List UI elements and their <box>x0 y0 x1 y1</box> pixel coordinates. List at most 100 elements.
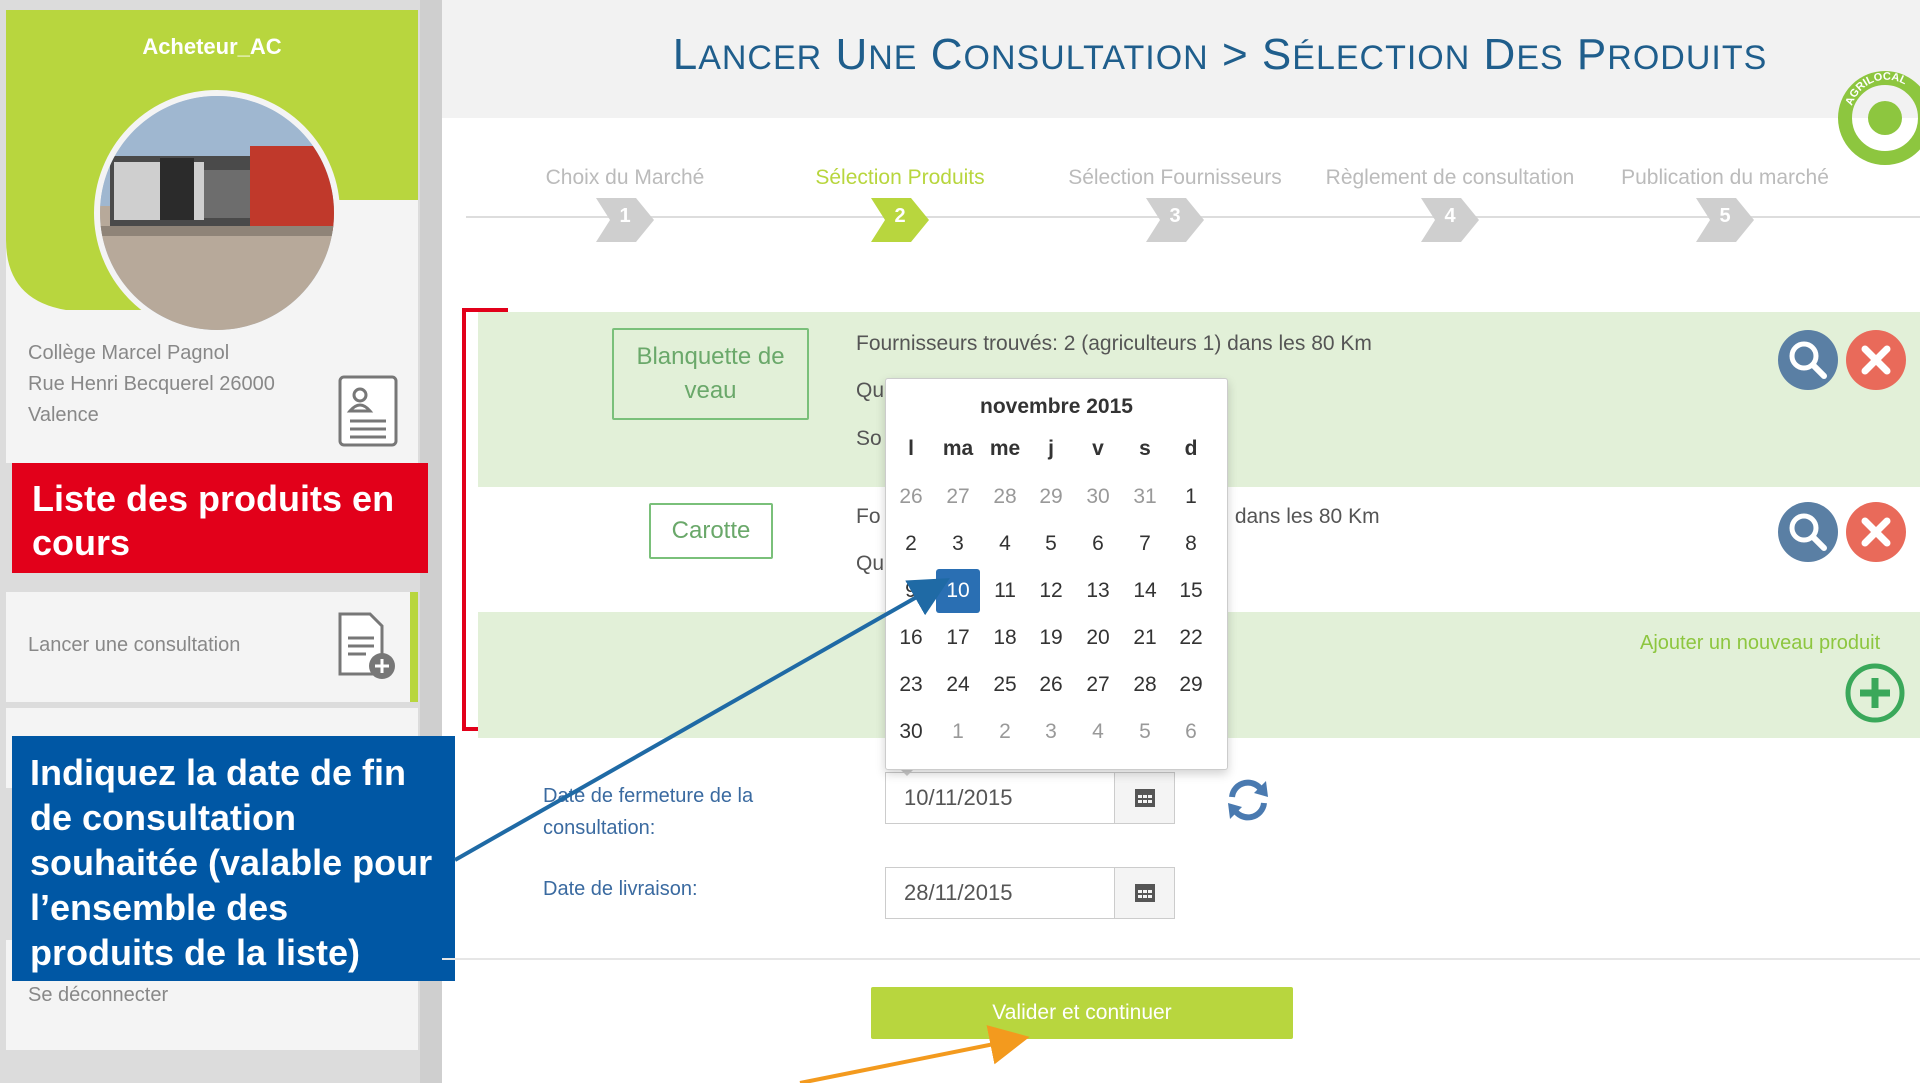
calendar-day[interactable]: 3 <box>936 522 980 566</box>
title-part2: SÉLECTION DES PRODUITS <box>1261 30 1768 79</box>
title-separator: > <box>1221 30 1249 79</box>
weekday-header: j <box>1048 437 1054 460</box>
remove-button[interactable] <box>1846 502 1906 562</box>
calendar-day[interactable]: 14 <box>1123 569 1167 613</box>
calendar-day[interactable]: 30 <box>889 710 933 754</box>
delivery-date-input[interactable]: 28/11/2015 <box>885 867 1115 919</box>
address-line: Rue Henri Becquerel 26000 <box>28 373 275 395</box>
calendar-day[interactable]: 10 <box>936 569 980 613</box>
step-number: 2 <box>894 205 906 227</box>
orange-arrow <box>799 1025 1030 1083</box>
search-button[interactable] <box>1778 330 1838 390</box>
calendar-day[interactable]: 26 <box>1029 663 1073 707</box>
calendar-day[interactable]: 12 <box>1029 569 1073 613</box>
quantity-label: Qu <box>856 552 885 575</box>
calendar-day[interactable]: 26 <box>889 475 933 519</box>
avatar <box>94 90 340 336</box>
quantity-label: Qu <box>856 379 885 402</box>
delivery-date-calendar-button[interactable] <box>1115 867 1175 919</box>
calendar-day[interactable]: 27 <box>1076 663 1120 707</box>
school-address: Collège Marcel Pagnol Rue Henri Becquere… <box>28 338 275 431</box>
calendar-day[interactable]: 6 <box>1169 710 1213 754</box>
add-product-label[interactable]: Ajouter un nouveau produit <box>1640 632 1880 655</box>
search-button[interactable] <box>1778 502 1838 562</box>
calendar-day[interactable]: 21 <box>1123 616 1167 660</box>
svg-text:AGRILOCAL: AGRILOCAL <box>1843 71 1908 107</box>
page-title: LANCER UNE CONSULTATION > SÉLECTION DES … <box>442 30 1920 80</box>
calendar-day[interactable]: 22 <box>1169 616 1213 660</box>
calendar-day[interactable]: 17 <box>936 616 980 660</box>
step-label: Sélection Produits <box>815 166 985 189</box>
calendar-day[interactable]: 24 <box>936 663 980 707</box>
nav-launch-consultation[interactable]: Lancer une consultation <box>6 592 418 702</box>
calendar-day[interactable]: 30 <box>1076 475 1120 519</box>
calendar-day[interactable]: 13 <box>1076 569 1120 613</box>
close-date-calendar-button[interactable] <box>1115 772 1175 824</box>
calendar-day[interactable]: 23 <box>889 663 933 707</box>
calendar-day[interactable]: 4 <box>1076 710 1120 754</box>
datepicker-popup: novembre 2015 l ma me j v s d 26 27 28 29 30 31 1 2 3 4 5… <box>885 378 1228 770</box>
suppliers-found-start: Fo <box>856 505 881 528</box>
weekday-header: d <box>1184 437 1198 460</box>
close-icon <box>1861 517 1891 547</box>
current-list-banner: Liste des produits en cours <box>12 463 428 573</box>
validate-continue-button[interactable]: Valider et continuer <box>871 987 1293 1039</box>
calendar-day[interactable]: 2 <box>889 522 933 566</box>
calendar-day[interactable]: 5 <box>1123 710 1167 754</box>
calendar-day[interactable]: 6 <box>1076 522 1120 566</box>
search-icon <box>1789 341 1827 379</box>
calendar-day[interactable]: 4 <box>983 522 1027 566</box>
calendar-day[interactable]: 28 <box>1123 663 1167 707</box>
calendar-day[interactable]: 9 <box>889 569 933 613</box>
calendar-day[interactable]: 18 <box>983 616 1027 660</box>
remove-button[interactable] <box>1846 330 1906 390</box>
calendar-day[interactable]: 31 <box>1123 475 1167 519</box>
step-number: 3 <box>1169 205 1181 227</box>
calendar-day[interactable]: 2 <box>983 710 1027 754</box>
form-divider <box>442 958 1920 960</box>
weekday-header: s <box>1139 437 1151 460</box>
step-label: Publication du marché <box>1621 166 1829 189</box>
calendar-day[interactable]: 16 <box>889 616 933 660</box>
help-callout: Indiquez la date de fin de consultation … <box>12 736 455 981</box>
calendar-day[interactable]: 11 <box>983 569 1027 613</box>
step-label: Règlement de consultation <box>1325 166 1575 189</box>
calendar-day[interactable]: 8 <box>1169 522 1213 566</box>
calendar-day[interactable]: 15 <box>1169 569 1213 613</box>
calendar-day[interactable]: 5 <box>1029 522 1073 566</box>
weekday-header: l <box>908 437 914 460</box>
add-circle-icon[interactable] <box>1844 662 1906 724</box>
calendar-icon <box>1135 884 1155 902</box>
close-date-input[interactable]: 10/11/2015 <box>885 772 1115 824</box>
delivery-date-label: Date de livraison: <box>543 878 698 900</box>
calendar-day[interactable]: 28 <box>983 475 1027 519</box>
calendar-day[interactable]: 1 <box>936 710 980 754</box>
calendar-day[interactable]: 29 <box>1029 475 1073 519</box>
calendar-day[interactable]: 29 <box>1169 663 1213 707</box>
refresh-icon[interactable] <box>1222 775 1274 825</box>
add-document-icon <box>338 612 395 679</box>
product-button[interactable]: Carotte <box>649 503 773 559</box>
sub-label: So <box>856 427 882 450</box>
search-icon <box>1789 513 1827 551</box>
calendar-day[interactable]: 3 <box>1029 710 1073 754</box>
calendar-day[interactable]: 1 <box>1169 475 1213 519</box>
calendar-day[interactable]: 20 <box>1076 616 1120 660</box>
weekday-header: v <box>1092 437 1104 460</box>
calendar-day[interactable]: 25 <box>983 663 1027 707</box>
title-part1: LANCER UNE CONSULTATION <box>672 30 1209 79</box>
close-date-label: Date de fermeture de la consultation: <box>543 785 754 839</box>
step-label: Choix du Marché <box>545 166 705 189</box>
calendar-day[interactable]: 27 <box>936 475 980 519</box>
step-label: Sélection Fournisseurs <box>1068 166 1282 189</box>
product-button[interactable]: Blanquette de veau <box>612 328 809 420</box>
calendar-day[interactable]: 19 <box>1029 616 1073 660</box>
datepicker-month[interactable]: novembre 2015 <box>886 395 1227 419</box>
close-icon <box>1861 345 1891 375</box>
step-number: 5 <box>1719 205 1731 227</box>
agrilocal-logo: AGRILOCAL <box>1838 71 1920 165</box>
nav-logout-label: Se déconnecter <box>28 984 169 1006</box>
vcard-icon[interactable] <box>338 375 398 447</box>
calendar-day[interactable]: 7 <box>1123 522 1167 566</box>
step-number: 1 <box>619 205 631 227</box>
